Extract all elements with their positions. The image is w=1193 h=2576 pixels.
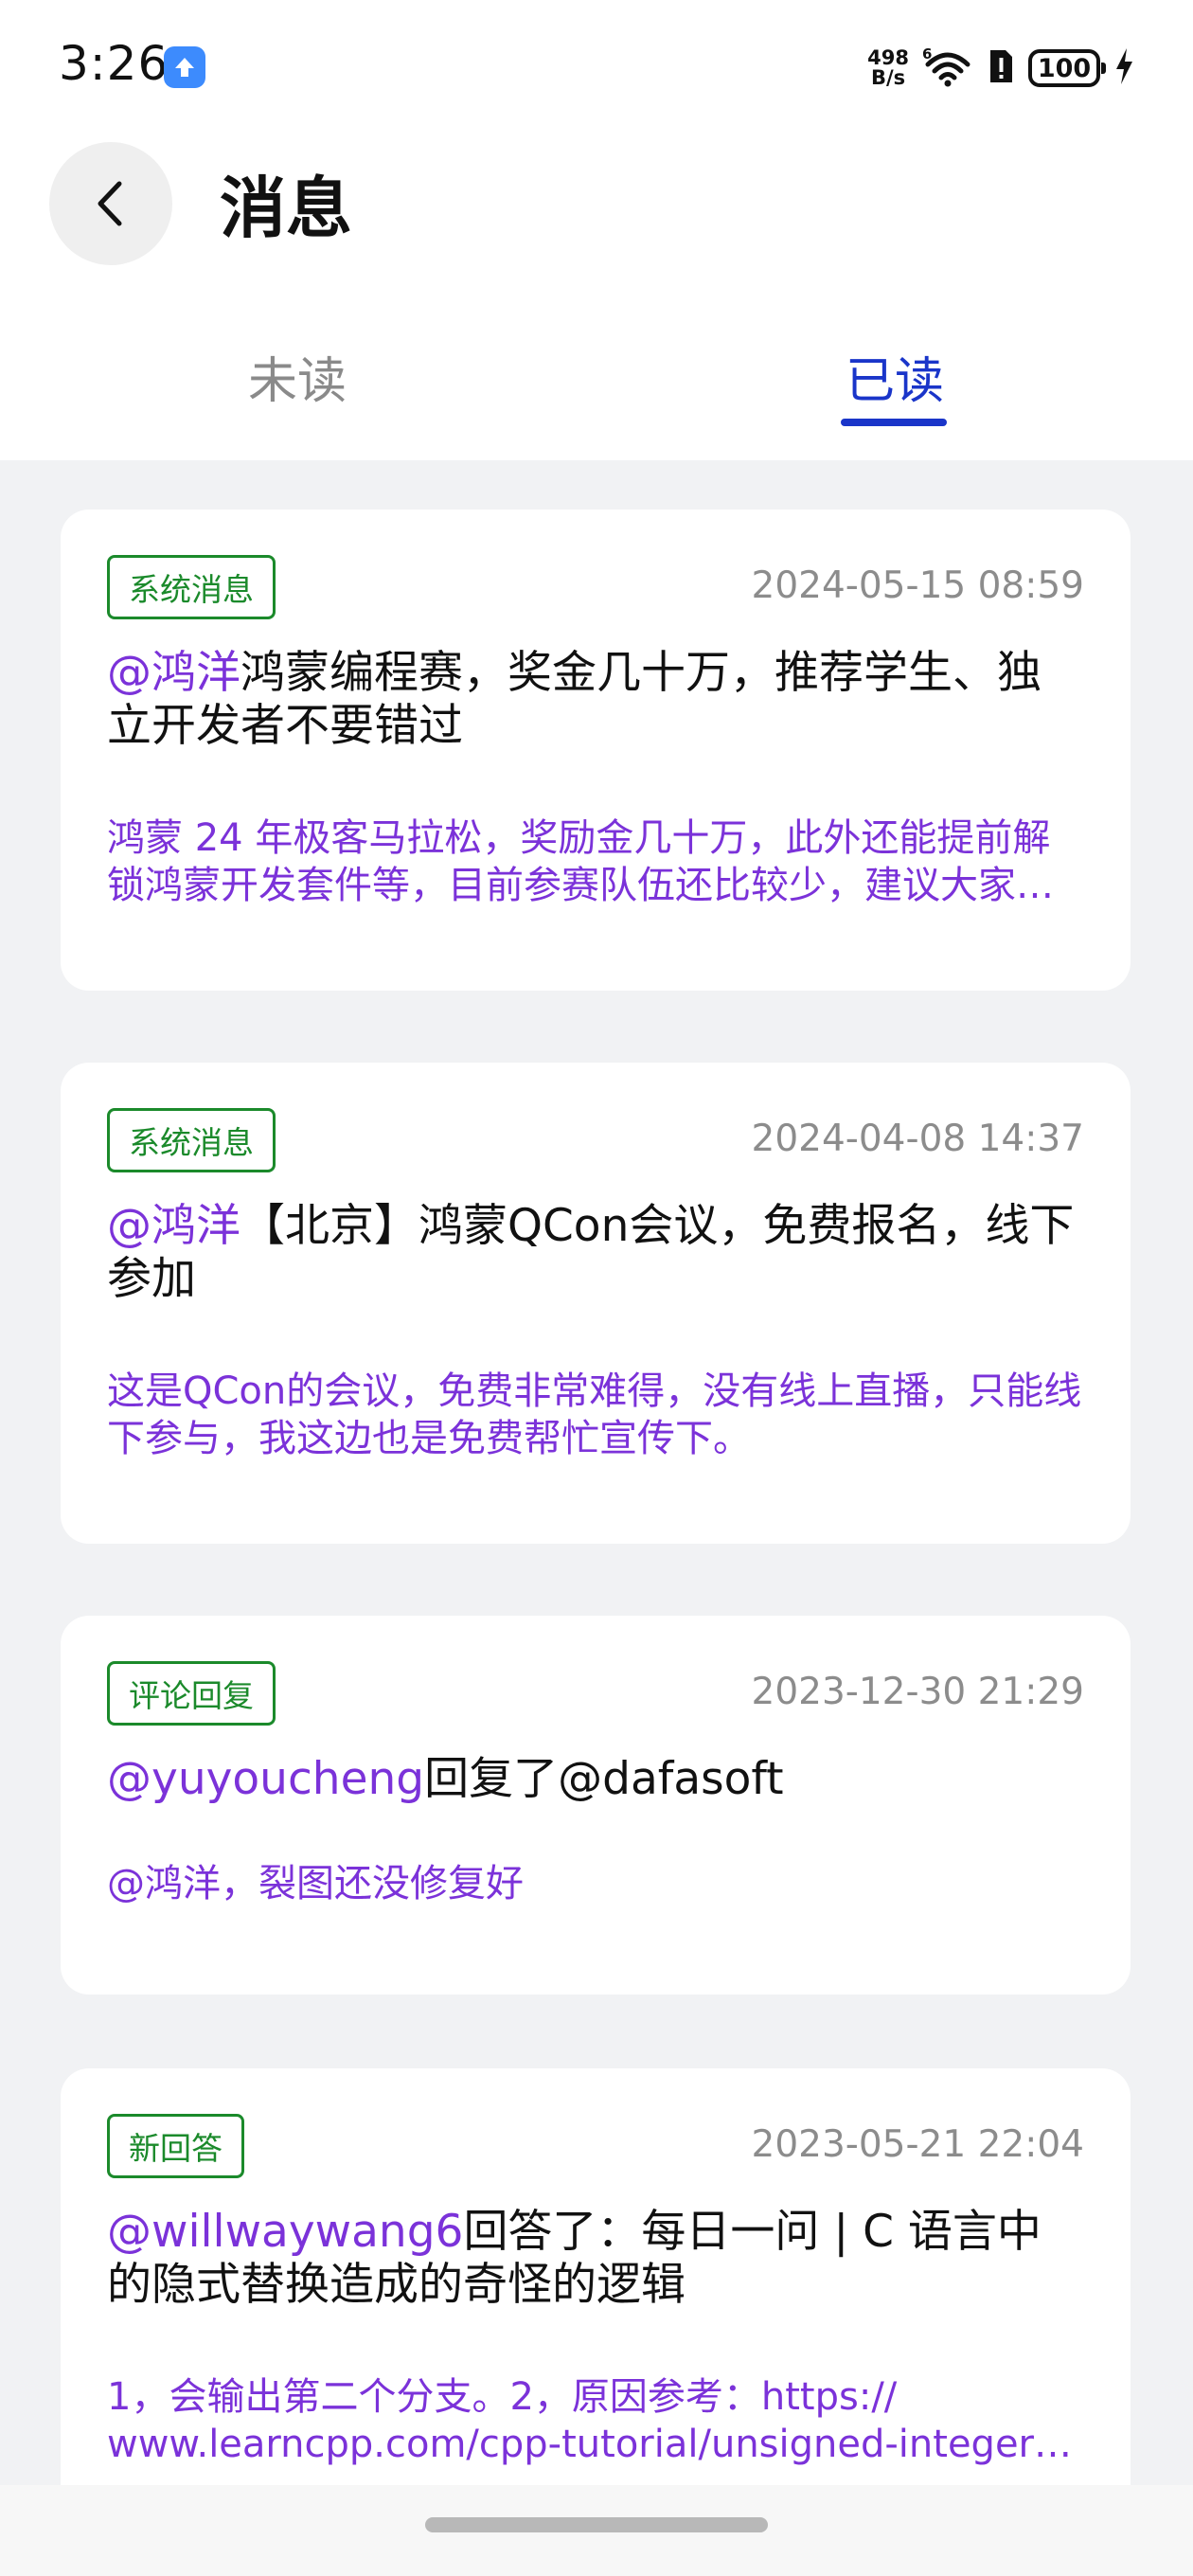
status-bar: 3:26 498 B/s 6 100 [0,0,1193,133]
mention-link[interactable]: @yuyoucheng [107,1753,424,1805]
message-preview: @鸿洋，裂图还没修复好 [107,1862,524,1905]
tab-read[interactable]: 已读 [846,341,944,412]
message-card[interactable]: 评论回复 2023-12-30 21:29 @yuyoucheng回复了@daf… [61,1616,1131,1995]
upload-arrow-icon [164,46,205,88]
message-preview: 鸿蒙 24 年极客马拉松，奖励金几十万，此外还能提前解锁鸿蒙开发套件等，目前参赛… [107,816,1054,907]
sim-alert-icon [987,46,1015,90]
network-speed-value: 498 [867,46,909,69]
message-time: 2024-05-15 08:59 [751,564,1084,607]
message-headline: @鸿洋【北京】鸿蒙QCon会议，免费报名，线下参加 [107,1200,1082,1306]
message-type-badge: 新回答 [107,2114,244,2178]
mention-link[interactable]: @willwaywang6 [107,2206,463,2258]
header: 消息 未读 已读 [0,133,1193,460]
mention-link[interactable]: @鸿洋 [107,1200,240,1252]
messages-screen: 3:26 498 B/s 6 100 消息 未读 已读 系统消息 2024-05… [0,0,1193,2576]
message-title: 鸿蒙编程赛，奖金几十万，推荐学生、独立开发者不要错过 [107,647,1042,752]
status-icons: 498 B/s 6 100 [867,44,1134,93]
back-button[interactable] [49,142,172,265]
status-time: 3:26 [59,36,169,91]
chevron-left-icon [98,181,122,226]
home-indicator[interactable] [425,2517,768,2532]
tab-unread[interactable]: 未读 [248,341,347,412]
page-title: 消息 [220,170,352,247]
message-card[interactable]: 系统消息 2024-05-15 08:59 @鸿洋鸿蒙编程赛，奖金几十万，推荐学… [61,510,1131,991]
message-preview: 这是QCon的会议，免费非常难得，没有线上直播，只能线下参与，我这边也是免费帮忙… [107,1369,1082,1460]
message-headline: @鸿洋鸿蒙编程赛，奖金几十万，推荐学生、独立开发者不要错过 [107,647,1082,753]
message-title: 【北京】鸿蒙QCon会议，免费报名，线下参加 [107,1200,1075,1305]
message-card[interactable]: 系统消息 2024-04-08 14:37 @鸿洋【北京】鸿蒙QCon会议，免费… [61,1063,1131,1544]
message-headline: @yuyoucheng回复了@dafasoft [107,1753,1082,1806]
system-nav-bar [0,2485,1193,2576]
charging-bolt-icon [1113,46,1134,90]
message-type-badge: 系统消息 [107,1108,276,1172]
network-speed-unit: B/s [870,66,906,89]
message-type-badge: 评论回复 [107,1661,276,1726]
network-speed: 498 B/s [867,48,909,88]
message-time: 2023-05-21 22:04 [751,2123,1084,2166]
message-preview: 1，会输出第二个分支。2，原因参考：https:// www.learncpp.… [107,2375,1068,2466]
active-tab-indicator [841,419,947,426]
message-title: 回复了@dafasoft [424,1753,784,1805]
mention-link[interactable]: @鸿洋 [107,647,240,699]
battery-icon: 100 [1028,49,1106,87]
message-time: 2024-04-08 14:37 [751,1118,1084,1160]
message-card[interactable]: 新回答 2023-05-21 22:04 @willwaywang6回答了：每日… [61,2068,1131,2549]
message-time: 2023-12-30 21:29 [751,1671,1084,1713]
wifi-6-icon: 6 [922,45,973,91]
message-headline: @willwaywang6回答了：每日一问 | C 语言中的隐式替换造成的奇怪的… [107,2206,1082,2312]
message-type-badge: 系统消息 [107,555,276,619]
